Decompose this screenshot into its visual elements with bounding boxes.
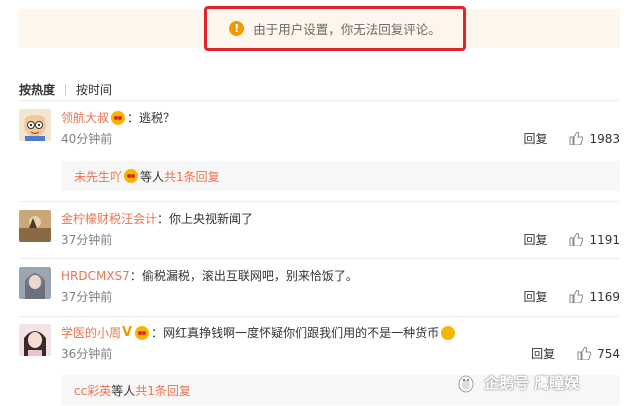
sub-reply-mid-text: 等人	[140, 169, 165, 184]
thumbs-up-icon[interactable]	[569, 233, 584, 246]
like-count: 1169	[589, 289, 620, 304]
verified-v-icon: V	[122, 325, 133, 340]
comment-actions: 回复 1169	[523, 288, 620, 305]
sub-reply-username[interactable]: cc彩英	[74, 382, 111, 399]
heart-eyes-emoji-icon	[124, 169, 139, 183]
comment-text: ：你上央视新闻了	[157, 212, 254, 226]
comment-time: 37分钟前	[61, 233, 113, 247]
sub-reply-username[interactable]: 未先生吖	[74, 168, 122, 185]
comment-text: ：偷税漏税，滚出互联网吧，别来恰饭了。	[129, 269, 358, 283]
comment-actions: 回复 1983	[523, 130, 620, 147]
sort-tabs: 按热度 按时间	[19, 81, 112, 98]
divider	[19, 316, 620, 317]
like-count: 1191	[589, 232, 620, 247]
sub-reply-count-link[interactable]: 共1条回复	[135, 382, 191, 399]
comment-time: 37分钟前	[61, 290, 113, 304]
comment-username[interactable]: 学医的小周	[61, 324, 121, 341]
avatar[interactable]	[19, 109, 51, 141]
comment-username[interactable]: 领航大叔	[61, 109, 109, 126]
comment-username[interactable]: HRDCMXS7	[61, 269, 130, 283]
comment-text-line: 领航大叔 ：逃税？	[61, 109, 620, 126]
comment-actions: 回复 754	[531, 345, 620, 362]
avatar[interactable]	[19, 267, 51, 299]
comment-item: 学医的小周 V ：网红真挣钱啊一度怀疑你们跟我们用的不是一种货币 36分钟前 回…	[19, 324, 620, 406]
avatar[interactable]	[19, 210, 51, 242]
comment-text-line: 学医的小周 V ：网红真挣钱啊一度怀疑你们跟我们用的不是一种货币	[61, 324, 620, 341]
comment-item: 领航大叔 ：逃税？ 40分钟前 回复 1983 未先生吖 等人 共1条回复	[19, 109, 620, 199]
heart-eyes-emoji-icon	[135, 325, 150, 340]
comment-time: 40分钟前	[61, 132, 113, 146]
tab-sort-time[interactable]: 按时间	[76, 81, 112, 98]
comment-time: 36分钟前	[61, 347, 113, 361]
reply-button[interactable]: 回复	[523, 231, 547, 248]
notice-highlight: ! 由于用户设置，你无法回复评论。	[204, 6, 466, 51]
notice-bar: ! 由于用户设置，你无法回复评论。	[19, 6, 620, 51]
watermark-text: 企鹅号 鹰瞳娱	[484, 374, 580, 392]
comment-item: 金柠檬财税汪会计 ：你上央视新闻了 37分钟前 回复 1191	[19, 210, 620, 255]
avatar[interactable]	[19, 324, 51, 356]
comment-text: ：网红真挣钱啊一度怀疑你们跟我们用的不是一种货币	[151, 326, 440, 340]
divider	[19, 100, 620, 101]
reply-button[interactable]: 回复	[523, 130, 547, 147]
sub-reply-count-link[interactable]: 共1条回复	[164, 168, 220, 185]
thumbs-up-icon[interactable]	[569, 132, 584, 145]
comment-text: ：逃税？	[127, 111, 176, 125]
notice-text: 由于用户设置，你无法回复评论。	[253, 22, 441, 37]
reply-button[interactable]: 回复	[531, 345, 555, 362]
thumbs-up-icon[interactable]	[569, 290, 584, 303]
reply-button[interactable]: 回复	[523, 288, 547, 305]
comment-username[interactable]: 金柠檬财税汪会计	[61, 210, 157, 227]
watermark: 企鹅号 鹰瞳娱	[456, 372, 579, 393]
comment-item: HRDCMXS7 ：偷税漏税，滚出互联网吧，别来恰饭了。 37分钟前 回复 11…	[19, 267, 620, 312]
comment-actions: 回复 1191	[523, 231, 620, 248]
comment-text-line: 金柠檬财税汪会计 ：你上央视新闻了	[61, 210, 620, 227]
sub-reply-mid-text: 等人	[111, 383, 136, 398]
warning-icon: !	[229, 21, 245, 36]
penguin-logo-icon	[456, 373, 476, 393]
tab-sort-hot[interactable]: 按热度	[19, 81, 55, 98]
laughing-crying-emoji-icon	[441, 325, 456, 340]
like-count: 754	[597, 346, 620, 361]
thumbs-up-icon[interactable]	[577, 347, 592, 360]
like-count: 1983	[589, 131, 620, 146]
comment-text-line: HRDCMXS7 ：偷税漏税，滚出互联网吧，别来恰饭了。	[61, 267, 620, 284]
heart-eyes-emoji-icon	[111, 110, 126, 125]
sub-reply-bar[interactable]: 未先生吖 等人 共1条回复	[61, 161, 620, 191]
tab-separator	[65, 83, 67, 96]
divider	[19, 201, 620, 202]
divider	[19, 258, 620, 259]
